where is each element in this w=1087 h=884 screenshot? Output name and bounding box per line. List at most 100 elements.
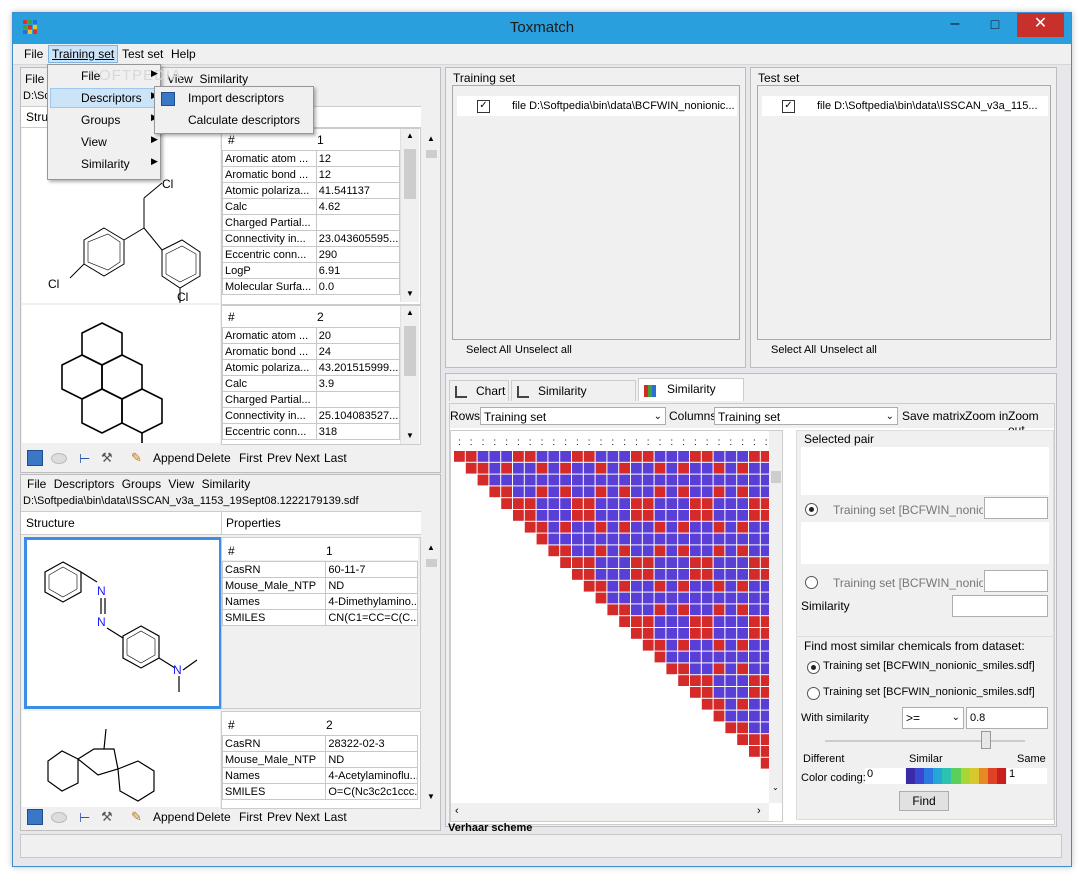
matrix-cell[interactable] (690, 628, 701, 639)
matrix-cell[interactable] (524, 462, 536, 474)
matrix-cell[interactable] (666, 569, 678, 580)
matrix-cell[interactable] (749, 545, 760, 557)
matrix-cell[interactable] (749, 474, 760, 486)
matrix-cell[interactable] (501, 451, 512, 462)
matrix-cell[interactable] (749, 710, 760, 722)
pencil-icon[interactable]: ✎ (131, 809, 142, 825)
matrix-cell[interactable] (737, 687, 748, 698)
test-file-row[interactable]: ✓ file D:\Softpedia\bin\data\ISSCAN_v3a_… (762, 96, 1048, 116)
structure-cell-selected[interactable]: N N N (24, 537, 222, 709)
matrix-cell[interactable] (749, 734, 760, 745)
matrix-cell[interactable] (749, 462, 760, 474)
matrix-cell[interactable] (536, 474, 548, 486)
menu-file[interactable]: File (21, 46, 46, 62)
matrix-cell[interactable] (678, 486, 689, 498)
close-button[interactable]: ✕ (1017, 13, 1064, 37)
matrix-cell[interactable] (513, 462, 524, 474)
matrix-vscroll[interactable]: ⌄ (769, 431, 782, 803)
matrix-cell[interactable] (619, 462, 630, 474)
matrix-cell[interactable] (678, 628, 689, 639)
test-select-all[interactable]: Select All (771, 344, 816, 356)
property-row[interactable]: Atomic polariza... 41.541137 (222, 182, 401, 199)
matrix-cell[interactable] (631, 580, 642, 592)
matrix-cell[interactable] (725, 604, 737, 616)
matrix-cell[interactable] (583, 557, 595, 568)
test-unselect-all[interactable]: Unselect all (820, 344, 877, 356)
matrix-cell[interactable] (666, 521, 678, 533)
matrix-cell[interactable] (654, 639, 666, 651)
matrix-cell[interactable] (678, 498, 689, 509)
matrix-cell[interactable] (595, 462, 607, 474)
matrix-cell[interactable] (536, 498, 548, 509)
matrix-cell[interactable] (642, 557, 654, 568)
matrix-cell[interactable] (583, 533, 595, 545)
matrix-cell[interactable] (713, 569, 725, 580)
matrix-cell[interactable] (501, 498, 512, 509)
pair-radio-1[interactable] (805, 503, 818, 516)
matrix-cell[interactable] (678, 474, 689, 486)
property-row[interactable]: Calc 4.62 (222, 198, 401, 215)
matrix-cell[interactable] (749, 510, 760, 521)
scrollbar-thumb[interactable] (426, 150, 437, 158)
matrix-cell[interactable] (560, 474, 571, 486)
vertical-scrollbar[interactable]: ▲ ▼ (400, 306, 419, 444)
matrix-cell[interactable] (595, 521, 607, 533)
matrix-cell[interactable] (654, 616, 666, 627)
matrix-cell[interactable] (749, 722, 760, 734)
edit-icon[interactable]: ⊢ (79, 810, 90, 826)
matrix-cell[interactable] (737, 521, 748, 533)
save-matrix-button[interactable]: Save matrix (902, 409, 965, 423)
dd-similarity[interactable]: Similarity (81, 157, 130, 171)
find-button[interactable]: Find (899, 791, 949, 811)
matrix-cell[interactable] (642, 592, 654, 604)
bottom-menu-file[interactable]: File (27, 477, 46, 491)
matrix-cell[interactable] (583, 498, 595, 509)
matrix-cell[interactable] (690, 580, 701, 592)
matrix-cell[interactable] (690, 663, 701, 675)
append-button[interactable]: Append (153, 810, 194, 824)
matrix-cell[interactable] (607, 580, 619, 592)
property-row[interactable]: SMILES CN(C1=CC=C(C... (221, 609, 418, 626)
matrix-cell[interactable] (701, 698, 713, 710)
matrix-cell[interactable] (619, 498, 630, 509)
property-row[interactable]: Names 4-Dimethylamino... (221, 593, 418, 610)
scrollbar-thumb[interactable] (426, 559, 437, 567)
matrix-cell[interactable] (619, 486, 630, 498)
matrix-cell[interactable] (725, 462, 737, 474)
matrix-cell[interactable] (737, 545, 748, 557)
matrix-cell[interactable] (595, 592, 607, 604)
save-icon[interactable] (27, 450, 43, 466)
matrix-cell[interactable] (560, 510, 571, 521)
matrix-cell[interactable] (701, 675, 713, 686)
matrix-cell[interactable] (666, 510, 678, 521)
operator-combo[interactable]: >= ⌄ (902, 707, 964, 729)
matrix-cell[interactable] (513, 486, 524, 498)
matrix-cell[interactable] (572, 533, 583, 545)
scrollbar-thumb[interactable] (771, 471, 781, 483)
matrix-cell[interactable] (701, 687, 713, 698)
pair-radio-2[interactable] (805, 576, 818, 589)
matrix-cell[interactable] (690, 521, 701, 533)
matrix-cell[interactable] (678, 545, 689, 557)
property-row[interactable]: Charged Partial... (222, 214, 401, 231)
matrix-cell[interactable] (701, 604, 713, 616)
matrix-cell[interactable] (654, 545, 666, 557)
property-row[interactable]: Connectivity in... 25.104083527... (222, 407, 401, 424)
dataset-radio-1[interactable] (807, 661, 820, 674)
matrix-cell[interactable] (583, 486, 595, 498)
first-button[interactable]: First (239, 810, 262, 824)
matrix-cell[interactable] (572, 569, 583, 580)
matrix-cell[interactable] (619, 533, 630, 545)
matrix-cell[interactable] (631, 592, 642, 604)
matrix-cell[interactable] (654, 521, 666, 533)
threshold-input[interactable]: 0.8 (966, 707, 1048, 729)
matrix-cell[interactable] (548, 498, 560, 509)
matrix-cell[interactable] (725, 510, 737, 521)
matrix-cell[interactable] (631, 486, 642, 498)
matrix-cell[interactable] (642, 569, 654, 580)
matrix-cell[interactable] (654, 486, 666, 498)
next-button[interactable]: Next (295, 810, 320, 824)
matrix-cell[interactable] (536, 510, 548, 521)
menu-test-set[interactable]: Test set (119, 46, 166, 62)
matrix-cell[interactable] (666, 486, 678, 498)
